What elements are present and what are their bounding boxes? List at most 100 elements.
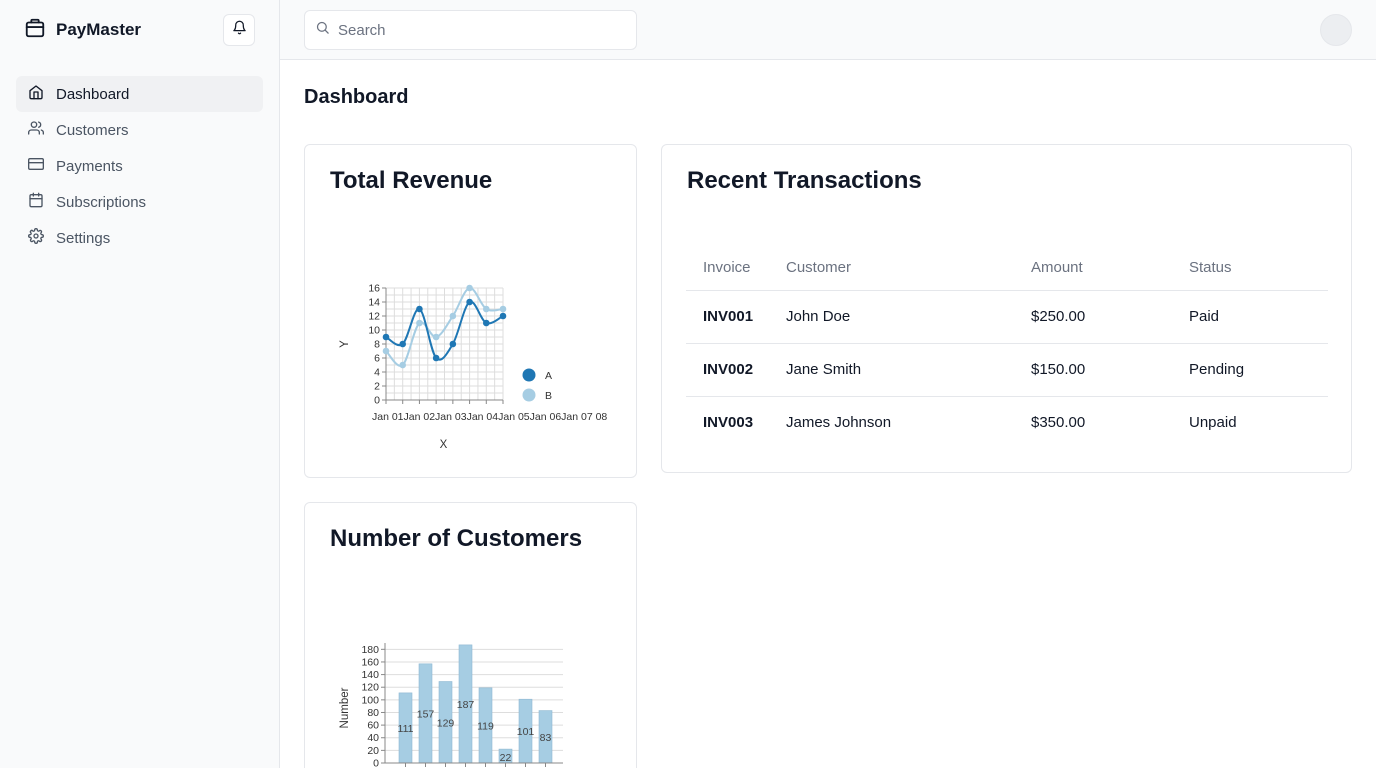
column-header-amount[interactable]: Amount <box>1014 245 1172 291</box>
bar-value-label: 83 <box>540 732 552 744</box>
app-name: PayMaster <box>56 20 142 39</box>
y-tick-label: 16 <box>368 283 380 295</box>
y-tick-label: 14 <box>368 297 380 309</box>
x-axis-label: X <box>440 439 448 451</box>
sidebar-item-subscriptions[interactable]: Subscriptions <box>16 184 263 220</box>
transactions-card: Recent Transactions Invoice Customer Amo… <box>661 144 1352 473</box>
y-axis-label: Y <box>339 340 351 348</box>
revenue-card-title: Total Revenue <box>330 167 493 194</box>
y-tick-label: 6 <box>374 353 380 365</box>
sidebar-item-customers[interactable]: Customers <box>16 112 263 148</box>
bar-value-label: 129 <box>437 717 455 729</box>
customer-cell: John Doe <box>769 290 1014 344</box>
invoice-cell: INV001 <box>686 290 769 344</box>
bar-value-label: 187 <box>457 699 475 711</box>
page-title: Dashboard <box>304 86 409 108</box>
column-header-status[interactable]: Status <box>1172 245 1328 291</box>
revenue-card: Total Revenue 0 2 4 6 8 10 12 14 16 Jan 01Jan 02J… <box>304 144 637 478</box>
bell-icon <box>232 20 247 40</box>
data-point-A <box>499 312 507 320</box>
data-point-B <box>399 361 407 369</box>
sidebar: PayMaster Dashboard Customers Payments S… <box>0 0 280 768</box>
x-tick-labels: Jan 01Jan 02Jan 03Jan 04Jan 05Jan 06Jan … <box>372 411 607 423</box>
data-point-A <box>449 340 457 348</box>
brand[interactable]: PayMaster <box>24 17 141 44</box>
bar-value-label: 111 <box>398 723 414 735</box>
bar-value-label: 157 <box>417 708 435 720</box>
invoice-cell: INV003 <box>703 414 754 432</box>
data-point-A <box>416 305 423 313</box>
y-tick-label: 80 <box>367 707 379 719</box>
legend-label-B: B <box>545 390 552 402</box>
notifications-button[interactable] <box>223 14 255 46</box>
bar-value-label: 22 <box>500 752 512 764</box>
revenue-line-chart: 0 2 4 6 8 10 12 14 16 Jan 01Jan 02Jan 03Jan 04Jan… <box>339 283 607 452</box>
y-axis-label: Number <box>339 687 351 728</box>
y-tick-label: 40 <box>367 732 379 744</box>
y-tick-label: 160 <box>361 656 379 668</box>
data-point-A <box>482 319 490 327</box>
data-point-B <box>482 305 490 313</box>
data-point-B <box>499 305 507 313</box>
y-tick-label: 2 <box>374 381 380 393</box>
data-point-B <box>416 319 423 327</box>
status-cell: Paid <box>1172 290 1328 344</box>
gear-icon <box>28 228 44 248</box>
data-point-A <box>382 333 390 341</box>
customer-cell: Jane Smith <box>769 343 1014 397</box>
amount-cell: $250.00 <box>1014 290 1172 344</box>
sidebar-item-label: Payments <box>56 157 123 175</box>
search-box[interactable] <box>304 10 637 50</box>
calendar-icon <box>28 192 44 212</box>
data-point-A <box>432 354 440 362</box>
search-input[interactable] <box>338 21 618 39</box>
y-tick-label: 180 <box>361 644 379 656</box>
data-point-B <box>432 333 440 341</box>
avatar[interactable] <box>1320 14 1352 46</box>
credit-card-icon <box>28 156 44 176</box>
transactions-table: Invoice Customer Amount Status INV001 Jo… <box>686 245 1328 449</box>
bar-value-label: 101 <box>517 726 535 738</box>
legend-label-A: A <box>545 370 552 382</box>
column-header-customer[interactable]: Customer <box>769 245 1014 291</box>
sidebar-item-label: Customers <box>56 121 129 139</box>
data-point-B <box>449 312 457 320</box>
sidebar-item-label: Dashboard <box>56 85 130 103</box>
y-tick-label: 100 <box>361 694 379 706</box>
table-row[interactable]: INV003 James Johnson $350.00 Unpaid <box>686 396 1328 449</box>
customers-bar-chart: 020406080100120140160180Number1111571291… <box>339 643 563 768</box>
status-cell: Unpaid <box>1189 414 1237 432</box>
data-point-A <box>399 340 407 348</box>
package-icon <box>24 17 46 44</box>
home-icon <box>28 84 44 104</box>
table-row[interactable]: INV001 John Doe $250.00 Paid <box>686 290 1328 344</box>
brand-row: PayMaster <box>0 0 279 60</box>
transactions-card-title: Recent Transactions <box>687 167 922 194</box>
invoice-cell: INV002 <box>686 343 769 397</box>
search-icon <box>315 20 330 40</box>
sidebar-item-label: Settings <box>56 229 111 247</box>
topbar <box>280 0 1376 60</box>
sidebar-item-payments[interactable]: Payments <box>16 148 263 184</box>
legend-swatch-B <box>522 388 536 402</box>
y-tick-label: 8 <box>374 339 380 351</box>
sidebar-nav: Dashboard Customers Payments Subscriptio… <box>0 60 279 256</box>
sidebar-item-settings[interactable]: Settings <box>16 220 263 256</box>
data-point-B <box>466 284 473 292</box>
amount-cell: $350.00 <box>1031 414 1086 432</box>
y-tick-label: 12 <box>368 311 380 323</box>
sidebar-item-label: Subscriptions <box>56 193 147 211</box>
bar-value-label: 119 <box>477 720 494 732</box>
table-header-row: Invoice Customer Amount Status <box>686 245 1328 291</box>
customers-card-title: Number of Customers <box>330 525 583 552</box>
users-icon <box>28 120 44 140</box>
y-tick-label: 20 <box>367 745 379 757</box>
customers-card: Number of Customers 0 20 40 60 80 100 120 140 16… <box>304 502 637 768</box>
y-tick-label: 140 <box>361 669 379 681</box>
status-cell: Pending <box>1172 343 1328 397</box>
y-tick-label: 4 <box>374 367 380 379</box>
column-header-invoice[interactable]: Invoice <box>686 245 769 291</box>
sidebar-item-dashboard[interactable]: Dashboard <box>16 76 263 112</box>
table-row[interactable]: INV002 Jane Smith $150.00 Pending <box>686 343 1328 397</box>
y-tick-label: 120 <box>361 682 379 694</box>
